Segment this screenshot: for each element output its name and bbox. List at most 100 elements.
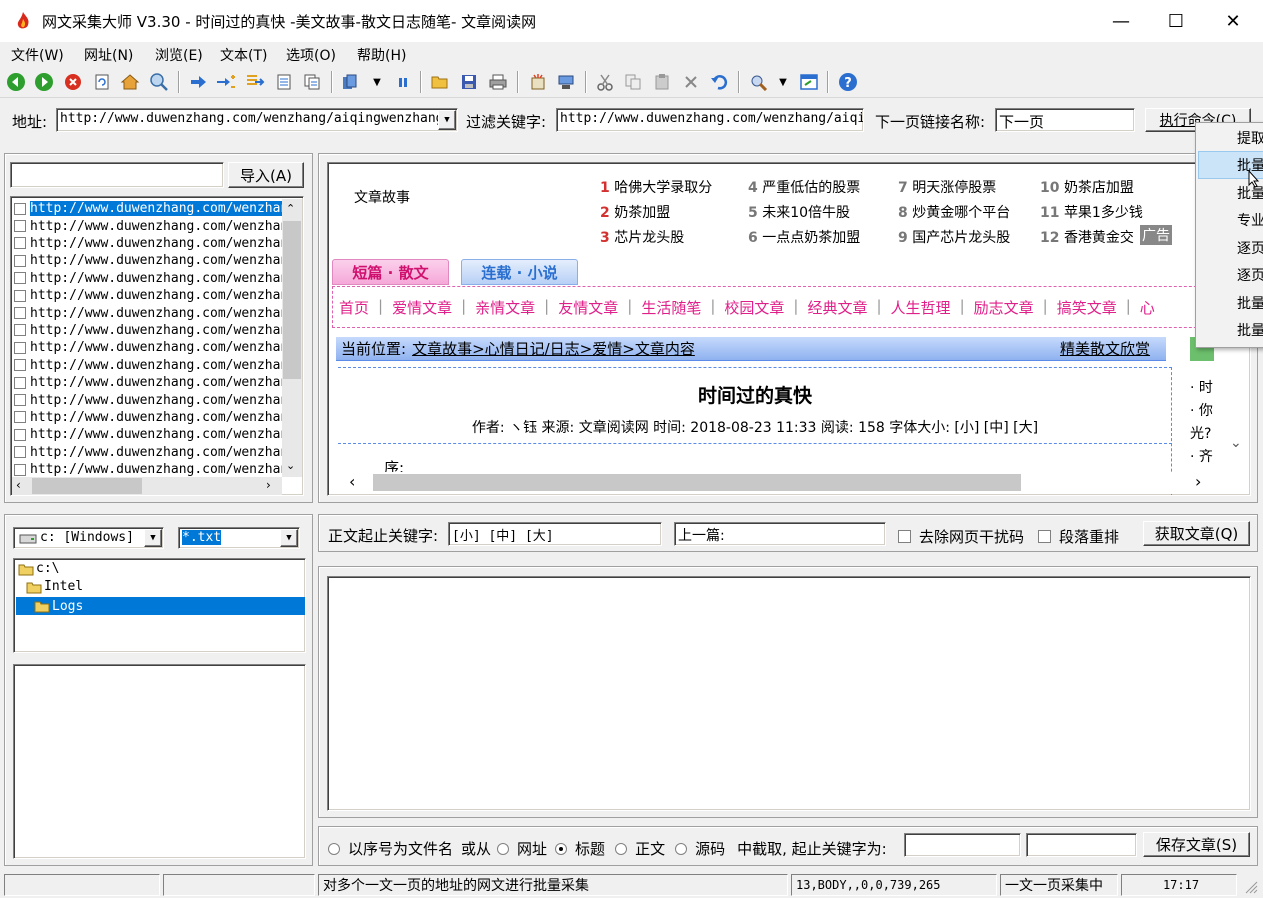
nav-link[interactable]: 人生哲理	[891, 297, 951, 318]
save-start-keyword-input[interactable]	[904, 833, 1021, 857]
remove-interference-checkbox[interactable]: 去除网页干扰码	[898, 526, 1024, 547]
popup-item[interactable]: 逐页	[1237, 234, 1263, 261]
hot-item[interactable]: 8 炒黄金哪个平台	[898, 202, 1010, 222]
batch-icon[interactable]	[340, 71, 362, 93]
pause-icon[interactable]	[392, 71, 414, 93]
copy-icon[interactable]	[622, 71, 644, 93]
tab-short-essay[interactable]: 短篇 · 散文	[332, 259, 449, 285]
tools-icon[interactable]	[748, 71, 770, 93]
url-list-vscroll-thumb[interactable]	[283, 221, 301, 379]
refresh-icon[interactable]	[91, 71, 113, 93]
add-url-icon[interactable]	[215, 71, 237, 93]
side-scroll-down-icon[interactable]: ⌄	[1230, 435, 1242, 451]
popup-item[interactable]: 逐页	[1237, 262, 1263, 289]
radio-url[interactable]	[497, 842, 510, 855]
forward-icon[interactable]	[33, 71, 55, 93]
url-list-item[interactable]: http://www.duwenzhang.com/wenzhang	[14, 357, 282, 374]
start-keyword-input[interactable]: [小] [中] [大]	[448, 522, 662, 546]
nav-link[interactable]: 爱情文章	[392, 297, 452, 318]
url-list-hscroll[interactable]: ‹ ›	[12, 477, 282, 495]
web-scroll-left-icon[interactable]: ‹	[349, 472, 355, 491]
popup-item[interactable]: 提取	[1237, 124, 1263, 151]
hot-item[interactable]: 5 未来10倍牛股	[748, 202, 850, 222]
breadcrumb-right[interactable]: 精美散文欣赏	[1060, 338, 1150, 359]
undo-icon[interactable]	[708, 71, 730, 93]
delete-icon[interactable]	[680, 71, 702, 93]
hot-item[interactable]: 6 一点点奶茶加盟	[748, 227, 860, 247]
tools-dropdown-icon[interactable]: ▼	[772, 71, 794, 93]
chevron-down-icon[interactable]: ▼	[438, 110, 456, 130]
nav-link[interactable]: 首页	[339, 297, 369, 318]
url-list-hscroll-thumb[interactable]	[32, 478, 142, 494]
menu-url[interactable]: 网址(N)	[84, 45, 133, 65]
menu-help[interactable]: 帮助(H)	[357, 45, 406, 65]
url-search-input[interactable]	[10, 162, 224, 188]
cut-icon[interactable]	[594, 71, 616, 93]
url-checkbox[interactable]	[14, 411, 26, 424]
nav-link[interactable]: 生活随笔	[641, 297, 701, 318]
breadcrumb[interactable]: 文章故事>心情日记/日志>爱情>文章内容	[412, 338, 695, 359]
hot-item[interactable]: 9 国产芯片龙头股	[898, 227, 1010, 247]
maximize-button[interactable]: ☐	[1148, 0, 1204, 42]
save-article-button[interactable]: 保存文章(S)	[1143, 832, 1250, 857]
menu-file[interactable]: 文件(W)	[11, 45, 64, 65]
scroll-up-icon[interactable]: ⌃	[286, 202, 295, 215]
url-checkbox[interactable]	[14, 394, 26, 407]
url-checkbox[interactable]	[14, 463, 26, 476]
print-icon[interactable]	[487, 71, 509, 93]
collect-icon[interactable]	[555, 71, 577, 93]
url-list-item[interactable]: http://www.duwenzhang.com/wenzhang	[14, 235, 282, 252]
tree-intel[interactable]: Intel	[26, 579, 83, 594]
url-checkbox[interactable]	[14, 220, 26, 233]
url-list-item[interactable]: http://www.duwenzhang.com/wenzhang	[14, 270, 282, 287]
nav-link[interactable]: 校园文章	[724, 297, 784, 318]
back-icon[interactable]	[5, 71, 27, 93]
hot-item[interactable]: 11 苹果1多少钱	[1040, 202, 1143, 222]
url-checkbox[interactable]	[14, 324, 26, 337]
side-item[interactable]: · 齐	[1190, 446, 1213, 469]
next-page-input[interactable]: 下一页	[995, 108, 1135, 132]
side-item[interactable]: 光?	[1190, 423, 1213, 446]
url-list-item[interactable]: http://www.duwenzhang.com/wenzhang	[14, 200, 282, 217]
article-textarea[interactable]	[327, 576, 1251, 811]
nav-link[interactable]: 搞笑文章	[1057, 297, 1117, 318]
url-list-item[interactable]: http://www.duwenzhang.com/wenzhang	[14, 374, 282, 391]
scroll-left-icon[interactable]: ‹	[16, 478, 21, 492]
insert-url-icon[interactable]	[244, 71, 266, 93]
url-checkbox[interactable]	[14, 272, 26, 285]
list-icon[interactable]	[273, 71, 295, 93]
hot-item[interactable]: 12 香港黄金交	[1040, 227, 1134, 247]
url-checkbox[interactable]	[14, 202, 26, 215]
url-list-item[interactable]: http://www.duwenzhang.com/wenzhang	[14, 461, 282, 478]
popup-item[interactable]: 专业	[1237, 207, 1263, 234]
scroll-down-icon[interactable]: ⌄	[286, 459, 295, 472]
radio-body[interactable]	[615, 842, 628, 855]
url-checkbox[interactable]	[14, 446, 26, 459]
url-list-item[interactable]: http://www.duwenzhang.com/wenzhang	[14, 426, 282, 443]
extract-icon[interactable]	[527, 71, 549, 93]
go-arrow-icon[interactable]	[187, 71, 209, 93]
hot-item[interactable]: 1 哈佛大学录取分	[600, 177, 712, 197]
address-combobox[interactable]: http://www.duwenzhang.com/wenzhang/aiqin…	[56, 108, 458, 132]
url-checkbox[interactable]	[14, 289, 26, 302]
radio-source[interactable]	[675, 842, 688, 855]
url-checkbox[interactable]	[14, 359, 26, 372]
paste-icon[interactable]	[651, 71, 673, 93]
nav-link[interactable]: 励志文章	[974, 297, 1034, 318]
url-list-item[interactable]: http://www.duwenzhang.com/wenzhang	[14, 409, 282, 426]
file-filter-combobox[interactable]: *.txt ▼	[178, 527, 300, 549]
save-end-keyword-input[interactable]: ⁣	[1026, 833, 1137, 857]
url-list-item[interactable]: http://www.duwenzhang.com/wenzhang	[14, 322, 282, 339]
url-checkbox[interactable]	[14, 237, 26, 250]
minimize-button[interactable]: —	[1093, 0, 1149, 42]
fetch-article-button[interactable]: 获取文章(Q)	[1143, 521, 1250, 546]
web-scroll-right-icon[interactable]: ›	[1195, 472, 1201, 491]
url-checkbox[interactable]	[14, 254, 26, 267]
hot-item[interactable]: 7 明天涨停股票	[898, 177, 996, 197]
url-checkbox[interactable]	[14, 307, 26, 320]
menu-text[interactable]: 文本(T)	[220, 45, 267, 65]
url-list-vscroll[interactable]: ⌃ ⌄	[282, 199, 302, 477]
end-keyword-input[interactable]: 上一篇:	[674, 522, 886, 546]
url-list-item[interactable]: http://www.duwenzhang.com/wenzhang	[14, 287, 282, 304]
nav-link[interactable]: 亲情文章	[475, 297, 535, 318]
